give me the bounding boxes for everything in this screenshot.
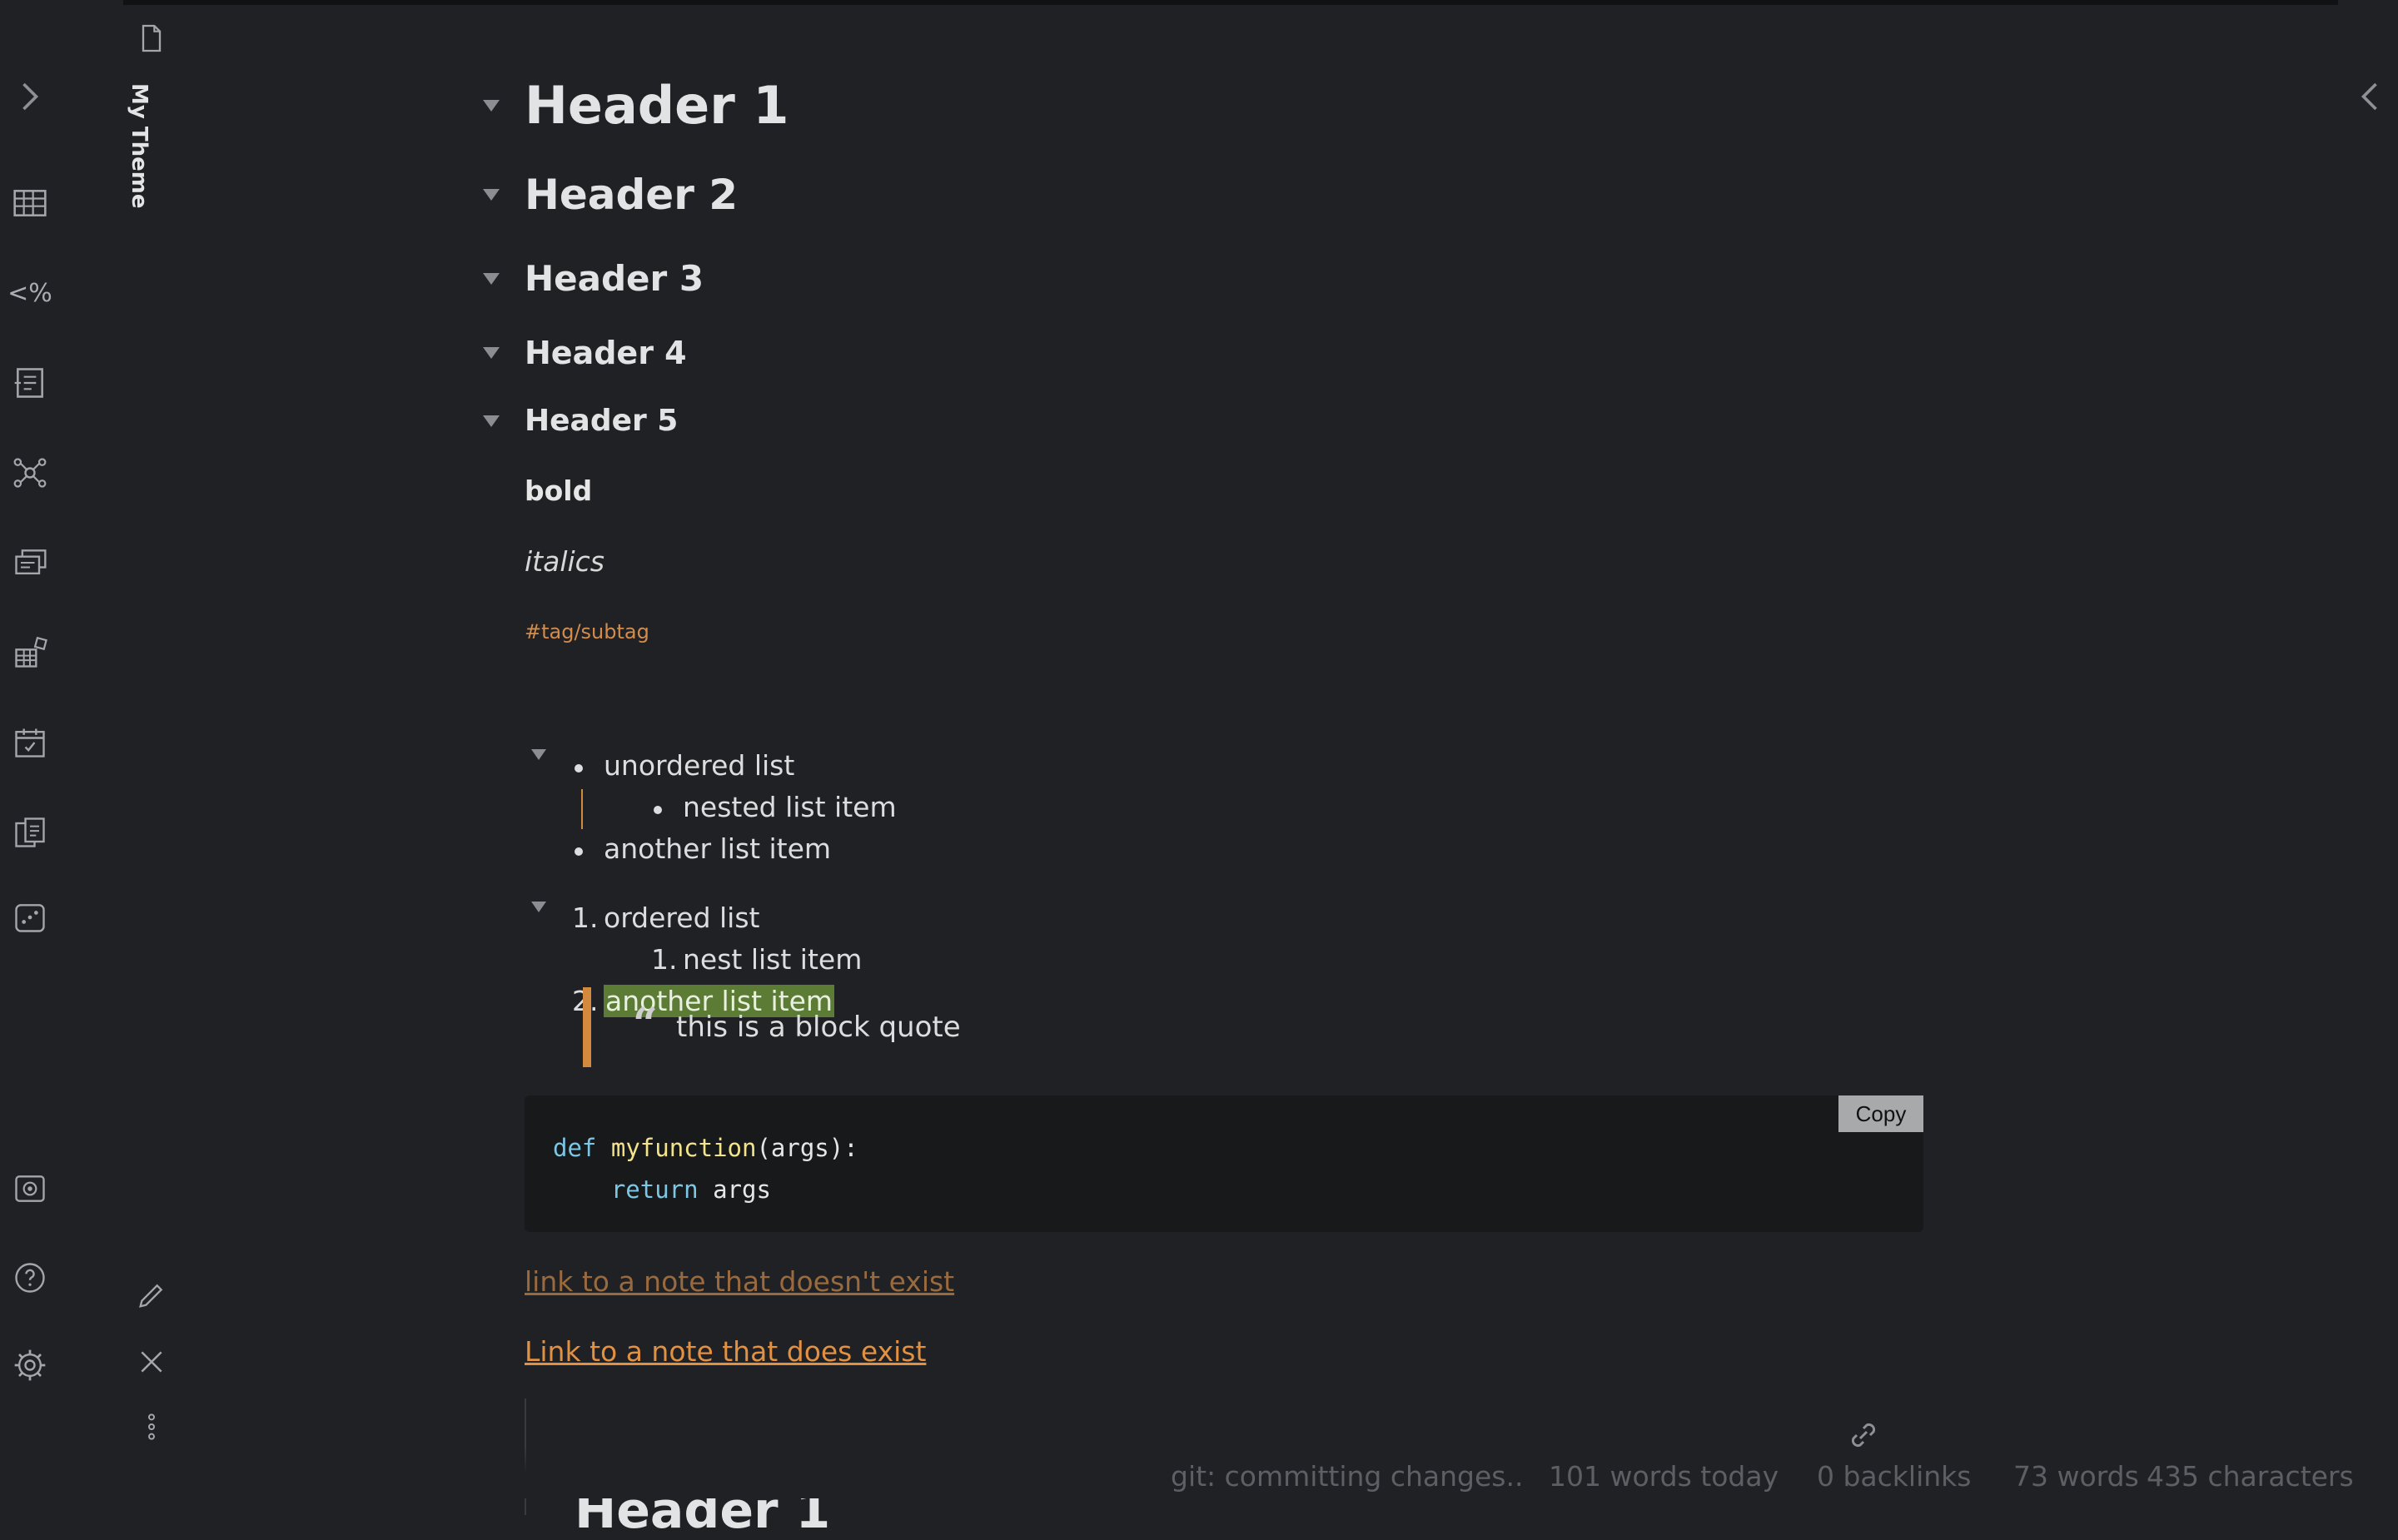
words-today: 101 words today — [1549, 1460, 1779, 1493]
heading-2-text: Header 2 — [525, 171, 739, 219]
list-item: another list item — [604, 832, 832, 865]
nested-list-item: nested list item — [683, 791, 897, 823]
bullet-icon — [654, 806, 662, 814]
list-collapse-caret-icon[interactable] — [531, 902, 546, 912]
indent-guide — [581, 789, 583, 829]
heading-4: Header 4 — [483, 335, 687, 371]
collapse-caret-icon[interactable] — [483, 415, 500, 427]
bold-text: bold — [525, 474, 593, 507]
templater-label: <% — [7, 278, 52, 308]
nested-ordered-list-item: nest list item — [683, 943, 863, 976]
file-icon[interactable] — [120, 15, 183, 62]
expand-sidebar-button[interactable] — [15, 77, 45, 117]
more-options-icon[interactable] — [120, 1403, 183, 1450]
code-keyword: def — [553, 1134, 597, 1162]
tab-my-theme[interactable]: My Theme — [127, 83, 168, 216]
tab-strip: My Theme — [60, 0, 163, 1498]
chevron-right-icon — [22, 82, 39, 111]
kanban-icon[interactable] — [0, 629, 60, 676]
outline-icon[interactable] — [0, 360, 60, 406]
character-count: 435 characters — [2147, 1460, 2354, 1493]
heading-5: Header 5 — [483, 404, 679, 438]
bullet-icon — [575, 764, 583, 772]
copy-code-button[interactable]: Copy — [1838, 1095, 1923, 1132]
heading-1: Header 1 — [483, 75, 789, 136]
ordered-list-item: ordered list — [604, 902, 760, 934]
list-number: 1. — [651, 943, 678, 976]
collapse-right-sidebar-button[interactable] — [2355, 77, 2385, 117]
code-block: Copy def myfunction(args): return args — [525, 1095, 1923, 1232]
heading-1-text: Header 1 — [525, 75, 789, 136]
link-icon[interactable] — [1843, 1415, 1883, 1455]
heading-3-text: Header 3 — [525, 258, 704, 299]
heading-5-text: Header 5 — [525, 404, 679, 438]
chevron-left-icon — [2361, 82, 2377, 111]
title-bar-strip — [60, 0, 2338, 5]
list-item: unordered list — [604, 749, 795, 782]
code-function-name: myfunction — [610, 1134, 757, 1162]
graph-icon[interactable] — [0, 450, 60, 496]
status-bar: git: committing changes.. 101 words toda… — [0, 1423, 2398, 1498]
tab-label: My Theme — [127, 83, 152, 209]
dice-icon[interactable] — [0, 894, 60, 941]
heading-3: Header 3 — [483, 258, 704, 299]
block-quote: “ this is a block quote — [583, 987, 1082, 1067]
help-icon[interactable] — [0, 1254, 60, 1301]
collapse-caret-icon[interactable] — [483, 189, 500, 201]
collapse-caret-icon[interactable] — [483, 347, 500, 359]
vault-icon[interactable] — [0, 1165, 60, 1212]
bullet-icon — [575, 847, 583, 856]
templater-icon[interactable]: <% — [0, 270, 60, 316]
quote-mark-icon: “ — [633, 999, 658, 1050]
code-text: def myfunction(args): return args — [553, 1127, 858, 1210]
word-count: 73 words — [2013, 1460, 2139, 1493]
internal-link[interactable]: Link to a note that does exist — [525, 1335, 926, 1368]
list-number: 1. — [572, 902, 599, 934]
git-status[interactable]: git: committing changes.. — [1171, 1460, 1523, 1493]
collapse-caret-icon[interactable] — [483, 99, 500, 112]
quote-text: this is a block quote — [676, 1011, 961, 1044]
backlinks-count[interactable]: 0 backlinks — [1817, 1460, 1971, 1493]
heading-2: Header 2 — [483, 171, 739, 219]
settings-gear-icon[interactable] — [0, 1342, 60, 1388]
quote-bar — [583, 987, 591, 1067]
tag-link[interactable]: #tag/subtag — [525, 620, 649, 643]
cards-icon[interactable] — [0, 539, 60, 586]
unresolved-link[interactable]: link to a note that doesn't exist — [525, 1265, 954, 1298]
code-return-value: args — [698, 1175, 771, 1204]
italic-text: italics — [525, 545, 605, 578]
copy-icon[interactable] — [0, 809, 60, 856]
edit-pencil-icon[interactable] — [120, 1272, 183, 1319]
table-icon[interactable] — [0, 180, 60, 226]
code-signature: (args): — [756, 1134, 858, 1162]
code-keyword: return — [610, 1175, 699, 1204]
left-ribbon: <% — [0, 0, 60, 1498]
calendar-icon[interactable] — [0, 719, 60, 766]
collapse-caret-icon[interactable] — [483, 272, 500, 285]
list-collapse-caret-icon[interactable] — [531, 749, 546, 760]
heading-4-text: Header 4 — [525, 335, 687, 371]
close-icon[interactable] — [120, 1339, 183, 1385]
